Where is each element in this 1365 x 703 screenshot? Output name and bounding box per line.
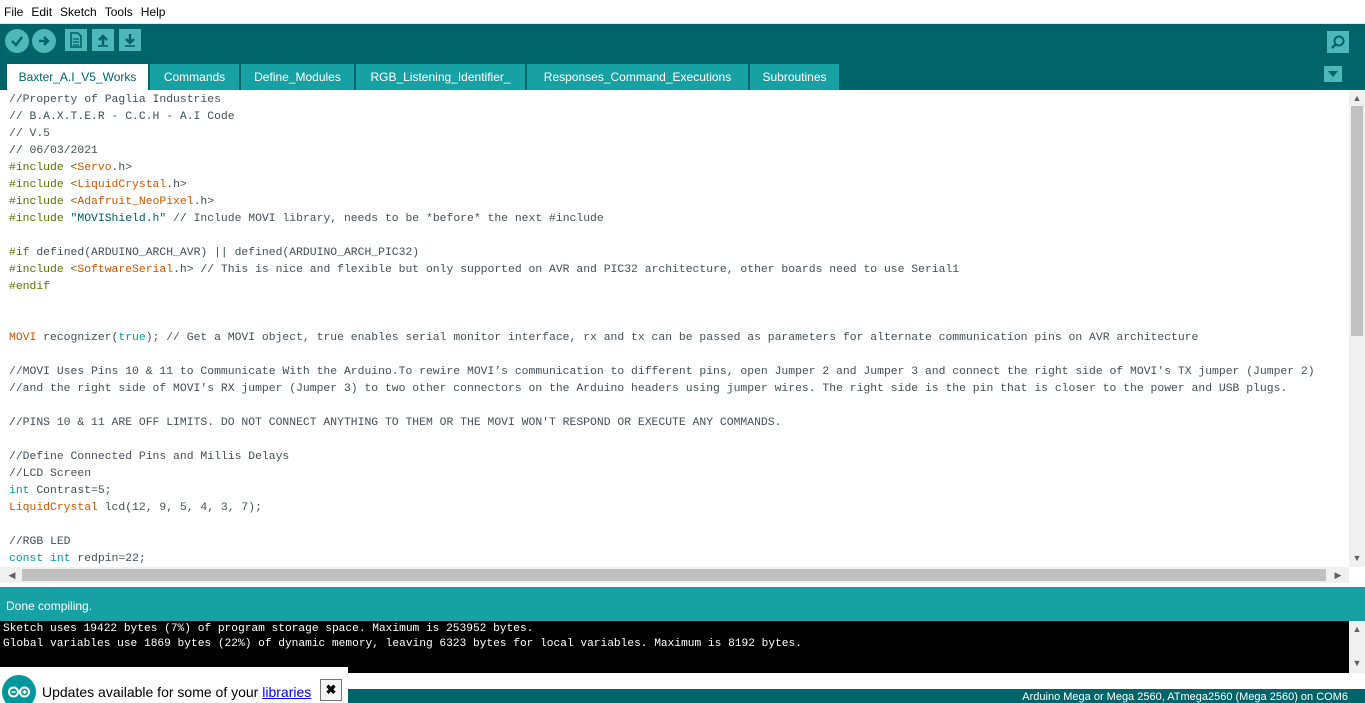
chevron-down-icon (1328, 70, 1338, 77)
arduino-logo-icon (2, 675, 36, 703)
new-button[interactable] (65, 29, 87, 51)
code-line: #if defined(ARDUINO_ARCH_AVR) || defined… (9, 247, 420, 259)
tab-baxter-main[interactable]: Baxter_A.I_V5_Works (7, 64, 148, 90)
editor-horizontal-scroll-thumb[interactable] (22, 569, 1326, 581)
code-line: //and the right side of MOVI's RX jumper… (9, 383, 1288, 395)
document-icon (70, 32, 82, 48)
tab-rgb-listening[interactable]: RGB_Listening_Identifier_ (356, 64, 525, 90)
menu-file[interactable]: File (4, 0, 23, 24)
serial-monitor-button[interactable] (1327, 31, 1349, 53)
code-line: #include "MOVIShield.h" // Include MOVI … (9, 213, 604, 225)
status-message: Done compiling. (0, 587, 1365, 621)
close-icon: ✖ (325, 682, 337, 697)
arrow-down-icon (125, 34, 135, 47)
save-button[interactable] (119, 29, 141, 51)
code-line: // B.A.X.T.E.R - C.C.H - A.I Code (9, 111, 235, 123)
tab-commands[interactable]: Commands (150, 64, 239, 90)
menu-bar: File Edit Sketch Tools Help (0, 0, 1365, 24)
libraries-link[interactable]: libraries (262, 684, 311, 700)
board-info: Arduino Mega or Mega 2560, ATmega2560 (M… (1022, 691, 1348, 703)
close-notification-button[interactable]: ✖ (320, 679, 342, 701)
upload-button[interactable] (32, 29, 56, 53)
code-line: //Property of Paglia Industries (9, 94, 221, 106)
toolbar (0, 24, 1365, 58)
editor-vertical-scroll-thumb[interactable] (1351, 106, 1363, 336)
code-line: #include <SoftwareSerial.h> // This is n… (9, 264, 960, 276)
notification-text: Updates available for some of your libra… (42, 684, 312, 700)
console-scroll-up-arrow-icon[interactable]: ▲ (1349, 621, 1365, 637)
menu-help[interactable]: Help (141, 0, 166, 24)
code-line: #include <Adafruit_NeoPixel.h> (9, 196, 215, 208)
menu-tools[interactable]: Tools (105, 0, 133, 24)
code-line: #include <LiquidCrystal.h> (9, 179, 187, 191)
arrow-up-icon (98, 34, 108, 47)
update-notification: Updates available for some of your libra… (0, 667, 348, 703)
verify-button[interactable] (5, 29, 29, 53)
code-line: //PINS 10 & 11 ARE OFF LIMITS. DO NOT CO… (9, 417, 782, 429)
tab-subroutines[interactable]: Subroutines (750, 64, 839, 90)
tab-bar: Baxter_A.I_V5_Works Commands Define_Modu… (0, 58, 1365, 90)
code-line: LiquidCrystal lcd(12, 9, 5, 4, 3, 7); (9, 502, 262, 514)
tab-define-modules[interactable]: Define_Modules (241, 64, 354, 90)
console-line: Global variables use 1869 bytes (22%) of… (3, 638, 802, 650)
editor-vertical-scrollbar[interactable]: ▲ ▼ (1349, 90, 1365, 567)
scroll-up-arrow-icon[interactable]: ▲ (1349, 90, 1365, 106)
code-line: // V.5 (9, 128, 51, 140)
scroll-right-arrow-icon[interactable]: ▶ (1330, 567, 1346, 583)
console-output[interactable]: Sketch uses 19422 bytes (7%) of program … (0, 621, 1349, 673)
menu-edit[interactable]: Edit (31, 0, 52, 24)
code-editor[interactable]: //Property of Paglia Industries // B.A.X… (0, 90, 1349, 567)
menu-sketch[interactable]: Sketch (60, 0, 97, 24)
code-line: #include <Servo.h> (9, 162, 133, 174)
console-vertical-scrollbar[interactable]: ▲ ▼ (1349, 621, 1365, 673)
magnifier-icon (1331, 35, 1345, 49)
code-line: //RGB LED (9, 536, 71, 548)
console-scroll-down-arrow-icon[interactable]: ▼ (1349, 655, 1365, 671)
code-line: const int redpin=22; (9, 553, 146, 565)
code-line: MOVI recognizer(true); // Get a MOVI obj… (9, 332, 1199, 344)
scroll-down-arrow-icon[interactable]: ▼ (1349, 550, 1365, 566)
open-button[interactable] (92, 29, 114, 51)
code-line: int Contrast=5; (9, 485, 112, 497)
code-line: //LCD Screen (9, 468, 92, 480)
code-line: #endif (9, 281, 51, 293)
checkmark-icon (11, 36, 23, 47)
code-line: // 06/03/2021 (9, 145, 98, 157)
editor-horizontal-scrollbar[interactable]: ◀ ▶ (0, 567, 1349, 583)
code-line: //Define Connected Pins and Millis Delay… (9, 451, 290, 463)
scroll-left-arrow-icon[interactable]: ◀ (4, 567, 20, 583)
tab-responses[interactable]: Responses_Command_Executions (527, 64, 748, 90)
code-line: //MOVI Uses Pins 10 & 11 to Communicate … (9, 366, 1315, 378)
arrow-right-icon (39, 36, 50, 46)
tab-menu-button[interactable] (1324, 66, 1342, 82)
